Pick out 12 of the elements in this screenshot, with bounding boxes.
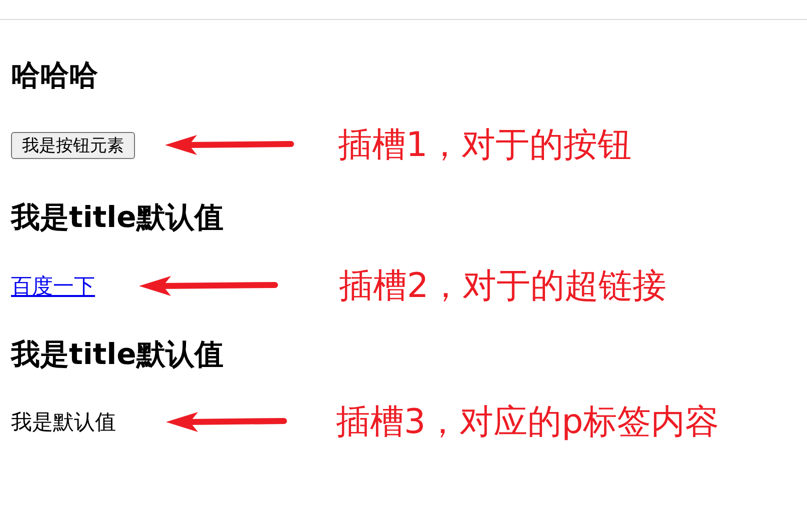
- title-heading: 我是title默认值: [11, 199, 224, 236]
- arrow-icon: [166, 411, 288, 433]
- page-heading: 哈哈哈: [11, 57, 98, 94]
- baidu-link[interactable]: 百度一下: [11, 272, 95, 300]
- default-text: 我是默认值: [11, 409, 116, 436]
- slot-button[interactable]: 我是按钮元素: [11, 132, 135, 158]
- arrow-icon: [165, 134, 295, 156]
- annotation-text: 插槽1，对于的按钮: [338, 124, 632, 167]
- title-heading: 我是title默认值: [11, 336, 224, 373]
- annotation-text: 插槽3，对应的p标签内容: [336, 401, 720, 444]
- annotation-text: 插槽2，对于的超链接: [339, 265, 667, 308]
- arrow-icon: [139, 275, 279, 297]
